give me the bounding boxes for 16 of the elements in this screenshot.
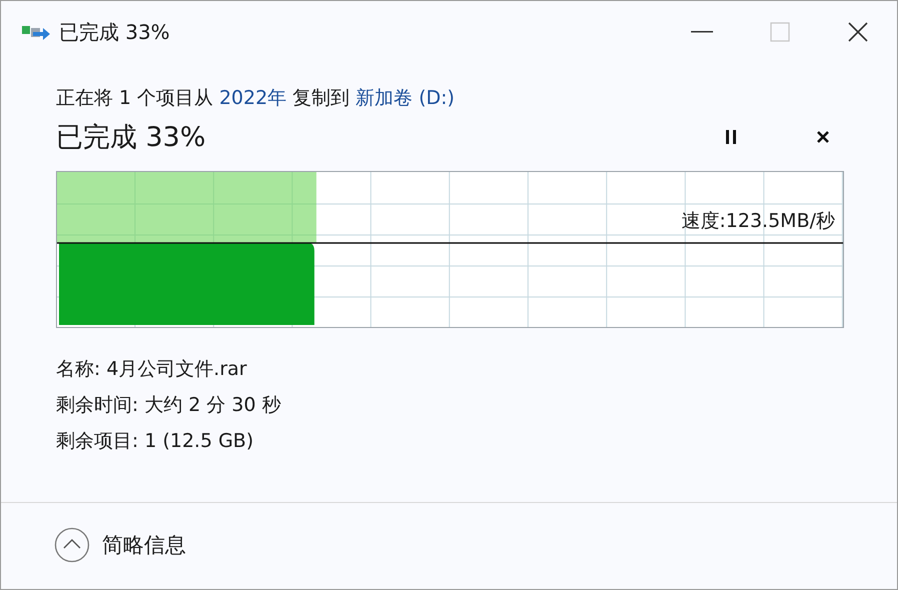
speed-label: 速度:123.5MB/秒	[681, 209, 835, 234]
progress-heading: 已完成 33%	[56, 121, 207, 155]
fewer-details-toggle[interactable]: 简略信息	[54, 527, 186, 563]
maximize-icon	[770, 22, 790, 42]
window-title: 已完成 33%	[59, 18, 171, 46]
close-icon	[847, 21, 869, 43]
chevron-up-icon	[54, 527, 90, 563]
minimize-icon	[691, 31, 713, 33]
detail-text: 名称: 4月公司文件.rar	[56, 357, 248, 382]
close-icon	[816, 130, 830, 144]
copy-status-text: 正在将 1 个项目从 2022年 复制到 新加卷 (D:)	[56, 86, 456, 111]
folder-link[interactable]: 2022年	[219, 87, 287, 109]
detail-text: 剩余项目: 1 (12.5 GB)	[56, 429, 254, 454]
folder-link[interactable]: 新加卷 (D:)	[356, 87, 455, 109]
detail-text: 剩余时间: 大约 2 分 30 秒	[56, 393, 282, 418]
pause-icon	[724, 129, 738, 145]
